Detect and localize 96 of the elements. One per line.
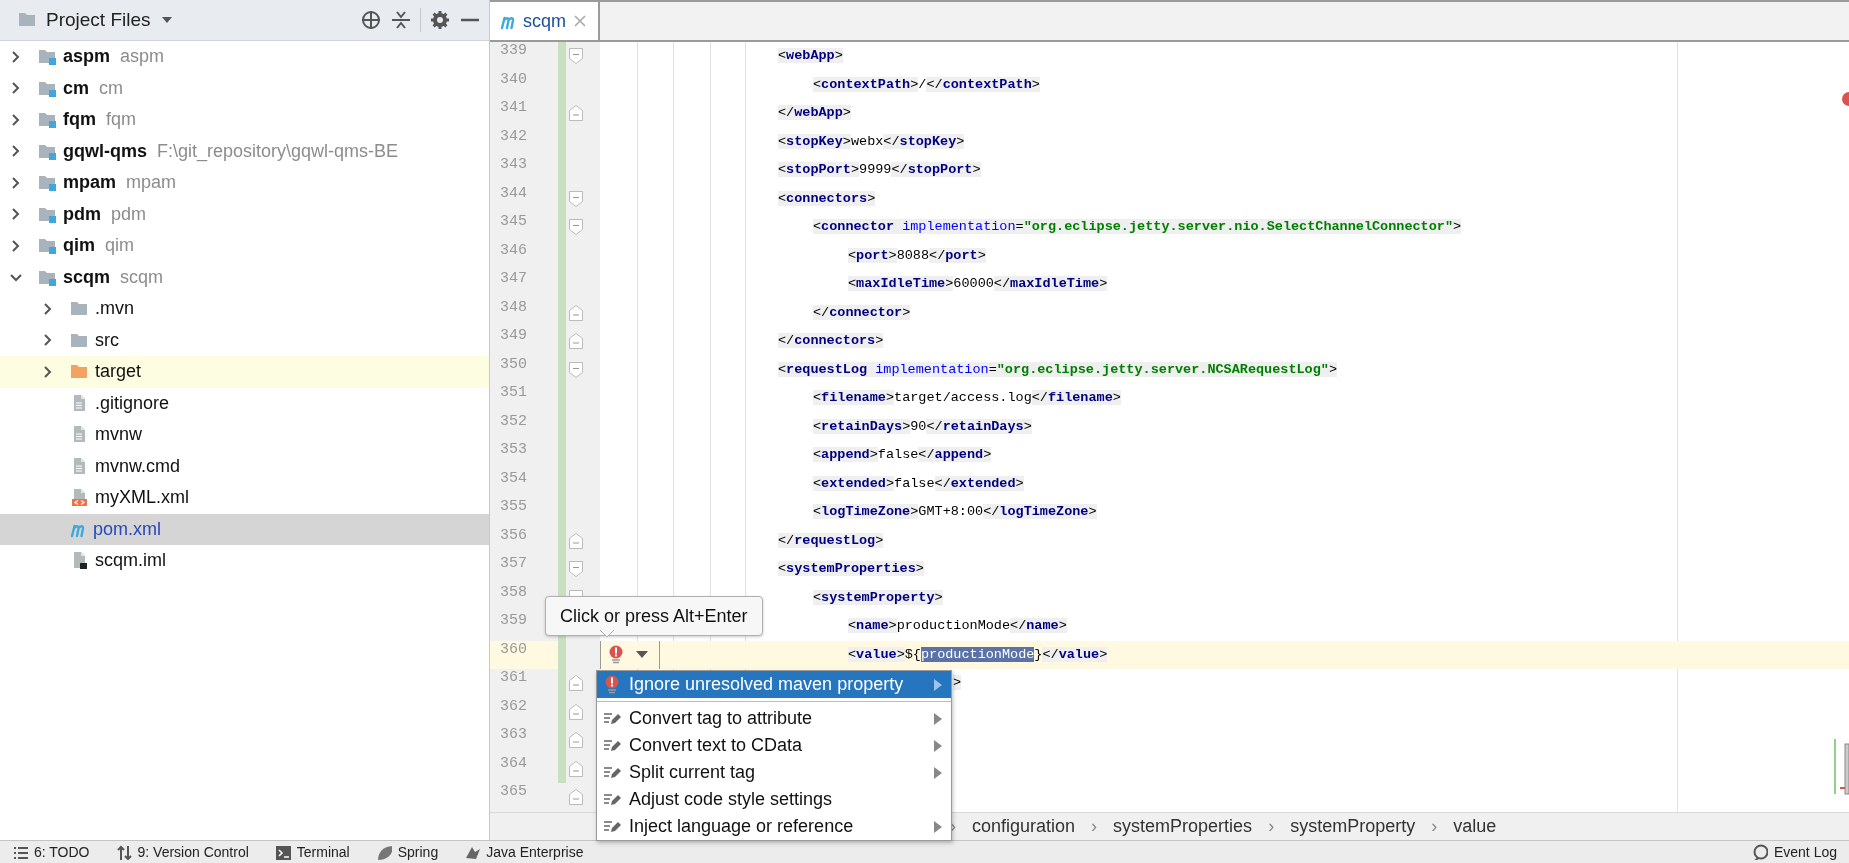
- tool-window-button[interactable]: Spring: [375, 844, 439, 860]
- path-hint: pdm: [111, 203, 146, 225]
- line-number: 351: [499, 384, 528, 403]
- breadcrumb-item[interactable]: systemProperty: [1290, 815, 1416, 837]
- editor-tab[interactable]: scqm: [490, 2, 600, 40]
- breadcrumb-item[interactable]: systemProperties: [1113, 815, 1253, 837]
- tree-item[interactable]: gqwl-qms F:\git_repository\gqwl-qms-BE: [0, 135, 489, 167]
- code-line: <retainDays>90</retainDays>: [813, 417, 1032, 436]
- tree-item[interactable]: .mvn: [0, 293, 489, 325]
- line-number: 355: [499, 498, 528, 517]
- code-line: <webApp>: [778, 47, 843, 66]
- line-number: 350: [499, 355, 528, 375]
- tree-item[interactable]: target: [0, 356, 489, 388]
- line-number: 347: [499, 270, 528, 289]
- menu-item[interactable]: Convert tag to attribute: [597, 705, 951, 732]
- line-number: 339: [499, 42, 528, 61]
- line-number: 340: [499, 70, 528, 90]
- tool-window-button[interactable]: 9: Version Control: [115, 844, 249, 860]
- tool-window-button[interactable]: 6: TODO: [12, 844, 90, 860]
- line-number: 342: [499, 127, 528, 147]
- path-hint: F:\git_repository\gqwl-qms-BE: [157, 140, 399, 162]
- code-line: <extended>false</extended>: [813, 474, 1024, 493]
- line-number: 345: [499, 213, 528, 232]
- code-line: </webApp>: [778, 104, 851, 123]
- tree-item[interactable]: pdm pdm: [0, 198, 489, 230]
- line-number: 352: [499, 412, 528, 432]
- tree-item[interactable]: scqm scqm: [0, 261, 489, 293]
- menu-item[interactable]: Convert text to CData: [597, 732, 951, 759]
- code-line: <connectors>: [778, 189, 876, 208]
- path-hint: qim: [105, 235, 135, 257]
- code-line: <contextPath>/</contextPath>: [813, 75, 1040, 94]
- line-number: 349: [499, 327, 528, 346]
- path-hint: fqm: [106, 109, 136, 131]
- line-number: 365: [499, 783, 528, 802]
- code-line: </connector>: [813, 303, 911, 322]
- code-line: <requestLog implementation="org.eclipse.jetty.server.NCSARequestLog">: [778, 360, 1337, 379]
- code-line: <append>false</append>: [813, 446, 992, 465]
- code-line: <systemProperties>: [778, 560, 924, 579]
- tree-item[interactable]: mpam mpam: [0, 167, 489, 199]
- line-number: 354: [499, 469, 528, 489]
- code-line: <logTimeZone>GMT+8:00</logTimeZone>: [813, 503, 1097, 522]
- tree-item[interactable]: scqm.iml: [0, 545, 489, 577]
- tree-item[interactable]: fqm fqm: [0, 104, 489, 136]
- code-line: <stopKey>webx</stopKey>: [778, 132, 965, 151]
- line-number: 343: [499, 156, 528, 175]
- code-line: <systemProperty>: [813, 588, 943, 607]
- tree-item[interactable]: src: [0, 324, 489, 356]
- tool-window-button[interactable]: Java Enterprise: [464, 844, 584, 860]
- breadcrumb-separator: ›: [1091, 815, 1098, 837]
- menu-item[interactable]: Adjust code style settings: [597, 786, 951, 813]
- tree-item[interactable]: pom.xml: [0, 513, 489, 545]
- tool-window-button[interactable]: Event Log: [1751, 844, 1837, 860]
- code-line: </connectors>: [778, 332, 884, 351]
- menu-item[interactable]: Ignore unresolved maven property: [597, 671, 951, 698]
- code-line: </requestLog>: [778, 531, 884, 550]
- tool-window-button[interactable]: Terminal: [274, 844, 350, 860]
- path-hint: scqm: [120, 266, 164, 288]
- line-number: 357: [499, 555, 528, 574]
- code-line: <name>productionMode</name>: [848, 617, 1067, 636]
- line-number: 363: [499, 726, 528, 745]
- menu-item[interactable]: Split current tag: [597, 759, 951, 786]
- line-number: 358: [499, 583, 528, 603]
- code-line: <filename>target/access.log</filename>: [813, 389, 1121, 408]
- tree-item[interactable]: aspm aspm: [0, 41, 489, 73]
- breadcrumb-separator: ›: [1431, 815, 1438, 837]
- panel-title: Project Files: [46, 9, 151, 31]
- path-hint: aspm: [120, 46, 165, 68]
- line-number: 364: [499, 754, 528, 774]
- tree-item[interactable]: cm cm: [0, 72, 489, 104]
- code-line: <maxIdleTime>60000</maxIdleTime>: [848, 275, 1108, 294]
- line-number: 356: [499, 526, 528, 546]
- tree-item[interactable]: mvnw: [0, 419, 489, 451]
- tree-item[interactable]: myXML.xml: [0, 482, 489, 514]
- line-number: 361: [499, 669, 528, 688]
- path-hint: mpam: [126, 172, 177, 194]
- line-number: 359: [499, 612, 528, 631]
- line-number: 360: [490, 640, 558, 669]
- line-number: 348: [499, 298, 528, 318]
- code-line: <connector implementation="org.eclipse.jetty.server.nio.SelectChannelConnector">: [813, 218, 1462, 237]
- line-number: 362: [499, 697, 528, 717]
- path-hint: cm: [99, 77, 123, 99]
- code-line: <value>${productionMode}</value>: [848, 645, 1108, 664]
- tree-item[interactable]: qim qim: [0, 230, 489, 262]
- tree-item[interactable]: mvnw.cmd: [0, 450, 489, 482]
- line-number: 346: [499, 241, 528, 261]
- line-number: 353: [499, 441, 528, 460]
- breadcrumb-item[interactable]: configuration: [972, 815, 1076, 837]
- breadcrumb-separator: ›: [1268, 815, 1275, 837]
- menu-item[interactable]: Inject language or reference: [597, 813, 951, 840]
- code-line: <stopPort>9999</stopPort>: [778, 161, 981, 180]
- code-line: <port>8088</port>: [848, 246, 986, 265]
- breadcrumb-item[interactable]: value: [1453, 815, 1497, 837]
- line-number: 344: [499, 184, 528, 204]
- tree-item[interactable]: .gitignore: [0, 387, 489, 419]
- tooltip: Click or press Alt+Enter: [545, 596, 763, 636]
- line-number: 341: [499, 99, 528, 118]
